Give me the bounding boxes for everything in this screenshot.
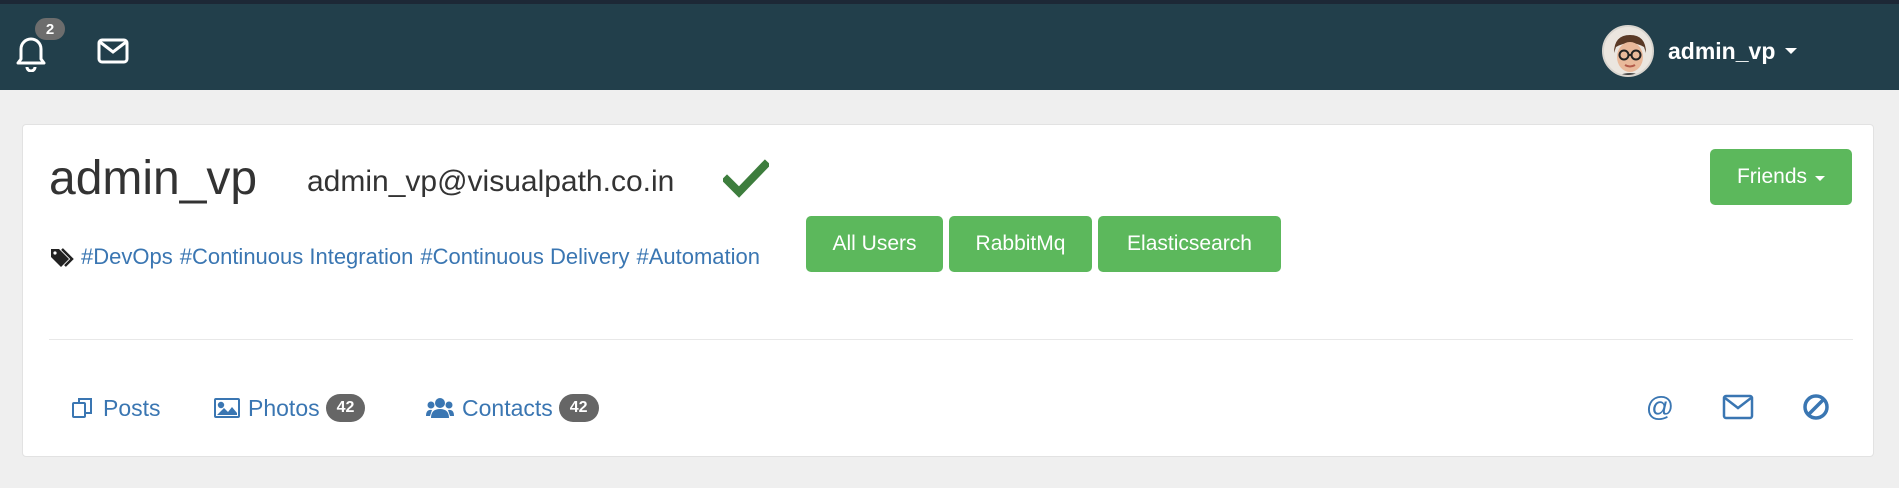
tag-devops[interactable]: #DevOps — [81, 244, 173, 270]
profile-card: admin_vp admin_vp@visualpath.co.in #DevO… — [22, 124, 1874, 457]
chevron-down-icon — [1785, 48, 1798, 54]
mention-at-icon[interactable]: @ — [1643, 389, 1677, 425]
rabbitmq-button[interactable]: RabbitMq — [949, 216, 1092, 272]
tab-posts[interactable]: Posts — [71, 391, 161, 425]
user-name: admin_vp — [1668, 37, 1776, 64]
user-menu-dropdown[interactable]: admin_vp — [1602, 24, 1798, 78]
profile-name: admin_vp — [49, 152, 258, 205]
friends-button-label: Friends — [1736, 165, 1808, 188]
profile-email: admin_vp@visualpath.co.in — [307, 165, 675, 198]
chevron-down-icon — [1815, 175, 1826, 181]
users-icon — [426, 398, 454, 418]
divider — [49, 339, 1853, 340]
tag-automation[interactable]: #Automation — [636, 244, 760, 270]
tab-posts-label: Posts — [103, 394, 161, 421]
verified-check-icon — [721, 159, 771, 199]
elasticsearch-button[interactable]: Elasticsearch — [1098, 216, 1281, 272]
tab-photos[interactable]: Photos 42 — [214, 391, 366, 425]
friends-dropdown-button[interactable]: Friends — [1710, 149, 1852, 205]
image-icon — [214, 398, 240, 418]
tab-contacts-label: Contacts — [462, 394, 553, 421]
block-ban-icon[interactable] — [1799, 389, 1833, 425]
tag-continuous-integration[interactable]: #Continuous Integration — [180, 244, 414, 270]
posts-icon — [72, 398, 92, 418]
tab-photos-label: Photos — [248, 394, 320, 421]
user-avatar — [1602, 25, 1654, 77]
contacts-count-badge: 42 — [558, 394, 599, 422]
all-users-button[interactable]: All Users — [806, 216, 943, 272]
tab-contacts[interactable]: Contacts 42 — [426, 391, 599, 425]
profile-tags: #DevOps #Continuous Integration #Continu… — [49, 229, 767, 285]
photos-count-badge: 42 — [325, 394, 366, 422]
top-navbar: 2 admin_vp — [0, 0, 1899, 90]
messages-envelope-icon[interactable] — [96, 37, 130, 65]
tag-continuous-delivery[interactable]: #Continuous Delivery — [420, 244, 629, 270]
tags-icon — [49, 245, 77, 269]
send-message-envelope-icon[interactable] — [1721, 389, 1755, 425]
notification-count-badge: 2 — [33, 16, 67, 42]
